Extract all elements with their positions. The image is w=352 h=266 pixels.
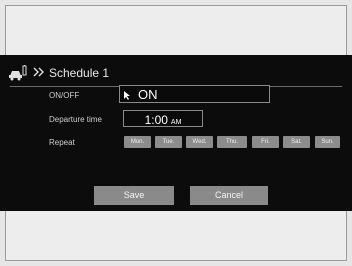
onoff-toggle[interactable]: ON — [119, 85, 270, 103]
title-bar: Schedule 1 — [0, 63, 352, 85]
page-title: Schedule 1 — [49, 66, 110, 80]
day-button-wed[interactable]: Wed. — [186, 136, 213, 148]
day-button-mon[interactable]: Mon. — [124, 136, 151, 148]
repeat-label: Repeat — [49, 138, 75, 147]
cursor-icon — [124, 91, 130, 100]
double-chevron-right-icon — [33, 67, 44, 77]
departure-time-value: 1:00 — [144, 113, 168, 127]
departure-time-ampm: AM — [170, 119, 182, 126]
save-button[interactable]: Save — [94, 186, 174, 205]
schedule-screen: Schedule 1 ON/OFF ON Departure time 1:00… — [0, 55, 352, 211]
day-button-sat[interactable]: Sat. — [283, 136, 310, 148]
onoff-label: ON/OFF — [49, 91, 80, 100]
cancel-button[interactable]: Cancel — [190, 186, 268, 205]
day-button-thu[interactable]: Thu. — [217, 136, 247, 148]
vehicle-charging-icon — [9, 65, 27, 81]
onoff-value: ON — [138, 87, 158, 102]
day-button-fri[interactable]: Fri. — [252, 136, 279, 148]
day-button-sun[interactable]: Sun. — [315, 136, 340, 148]
day-button-tue[interactable]: Tue. — [155, 136, 182, 148]
departure-time-label: Departure time — [49, 115, 102, 124]
departure-time-field[interactable]: 1:00 AM — [123, 110, 203, 127]
